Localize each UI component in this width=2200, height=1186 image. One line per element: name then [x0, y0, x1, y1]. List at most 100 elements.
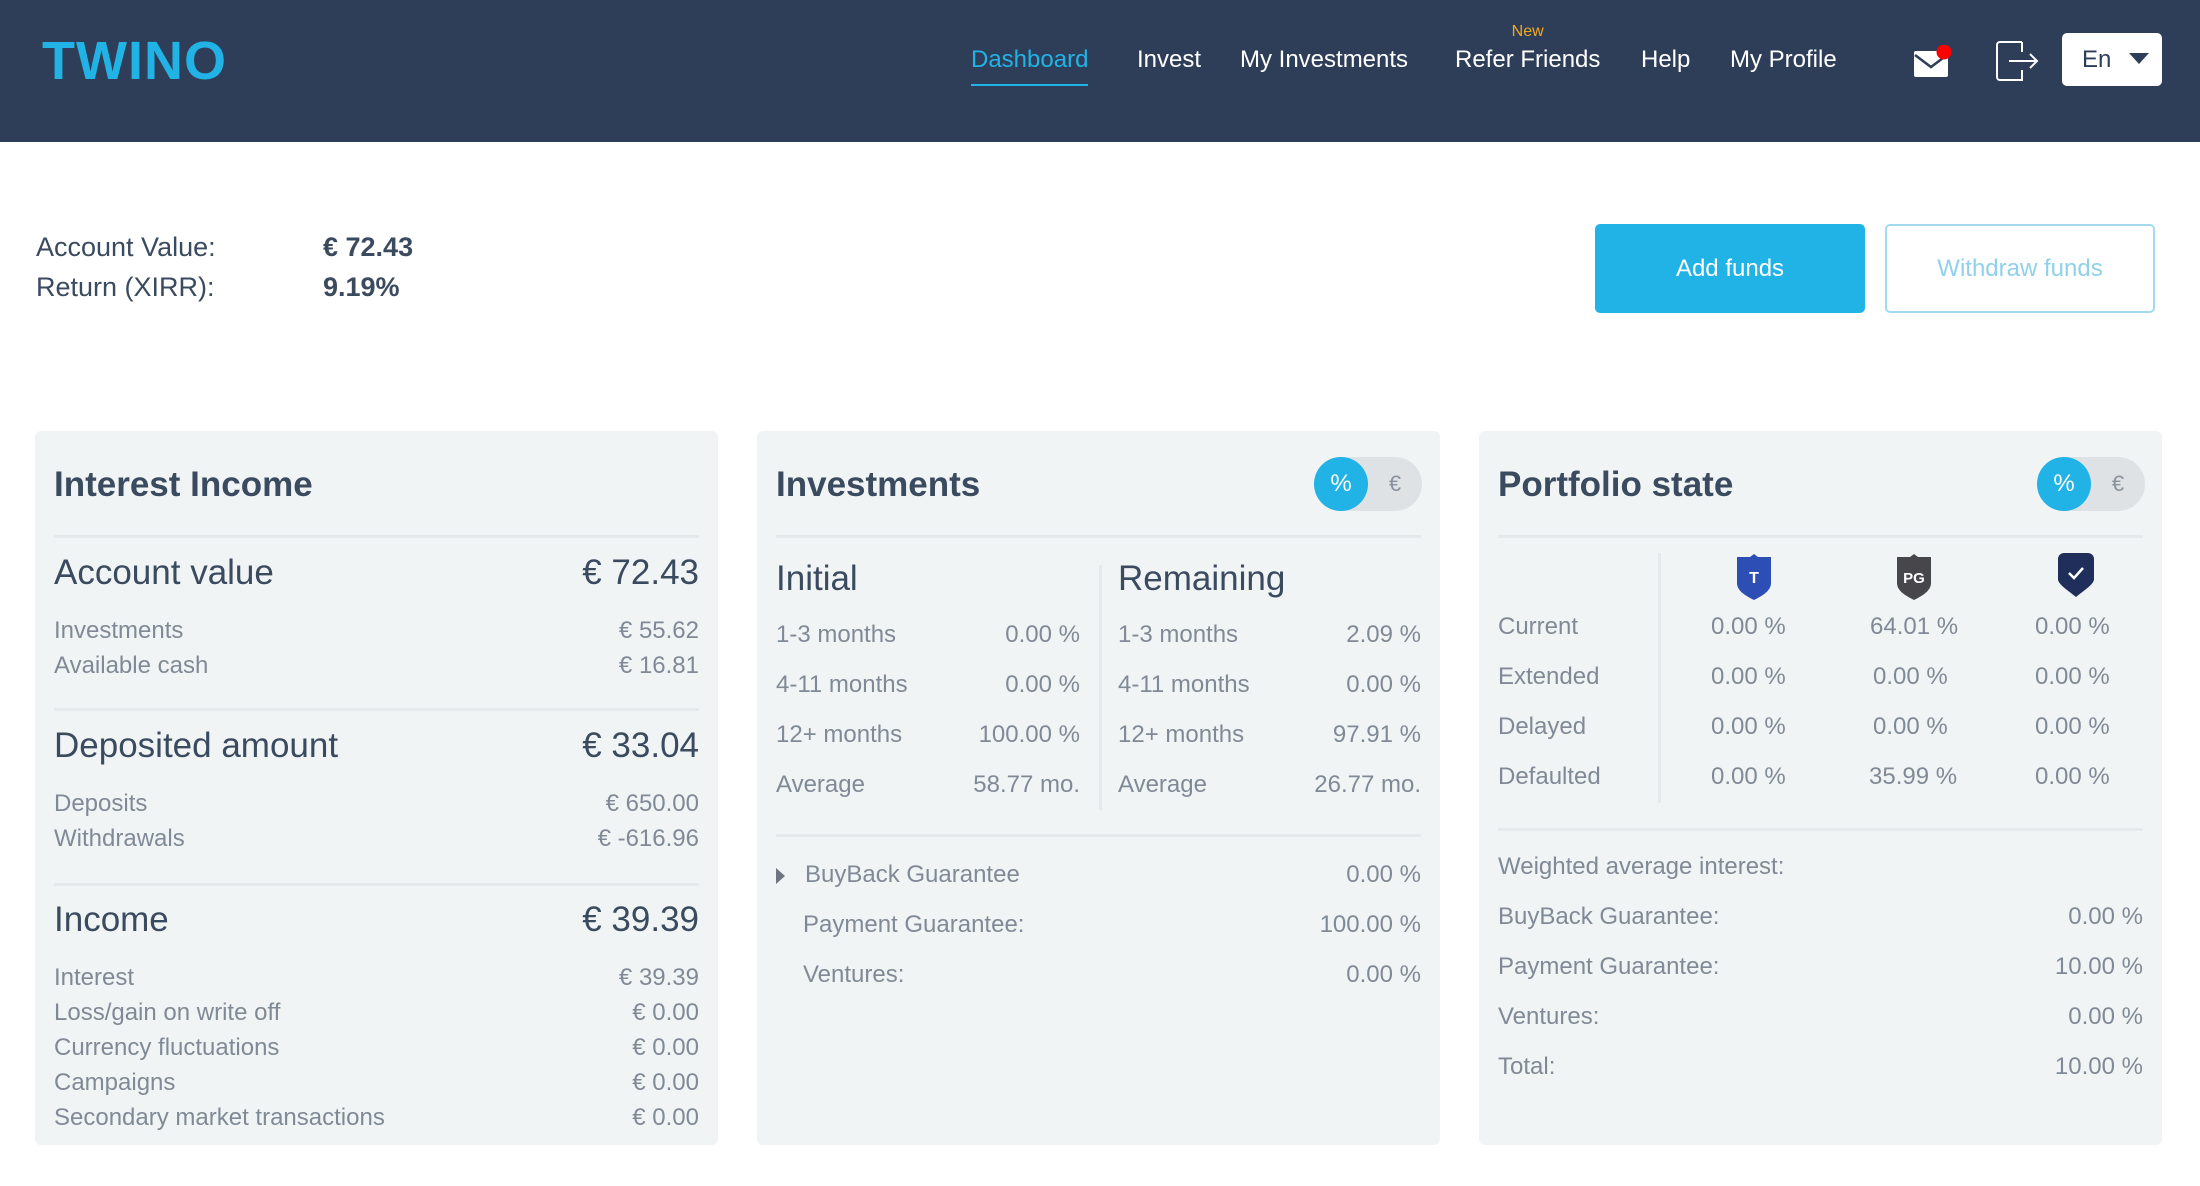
- weighted-value: 10.00 %: [2054, 953, 2143, 980]
- state-value: 0.00 %: [2035, 613, 2110, 640]
- weighted-label: Payment Guarantee:: [1498, 953, 1720, 980]
- state-label: Extended: [1498, 663, 1600, 690]
- return-label: Return (XIRR):: [36, 272, 215, 302]
- list-item: Secondary market transactions € 0.00: [54, 1104, 699, 1136]
- payment-guarantee-shield-icon: PG: [1897, 554, 1931, 600]
- state-value: 0.00 %: [1711, 713, 1786, 740]
- state-label: Delayed: [1498, 713, 1587, 740]
- state-label: Current: [1498, 613, 1579, 640]
- logout-icon[interactable]: [1995, 40, 2039, 81]
- top-header: TWINO Dashboard Invest My Investments Re…: [0, 0, 2200, 142]
- section-value: € 39.39: [582, 900, 699, 939]
- panel-title: Portfolio state: [1498, 465, 1734, 504]
- section-label: Income: [54, 900, 169, 939]
- ventures-check-icon: [2058, 553, 2094, 597]
- remaining-label: Average: [1118, 771, 1207, 798]
- state-value: 0.00 %: [1711, 763, 1786, 790]
- nav-refer-friends[interactable]: Refer Friends New: [1455, 23, 1600, 76]
- item-label: Currency fluctuations: [54, 1034, 280, 1061]
- account-value: € 72.43: [323, 232, 414, 262]
- item-label: Investments: [54, 617, 184, 644]
- buyback-shield-icon: T: [1737, 554, 1771, 600]
- initial-value: 0.00 %: [1005, 621, 1080, 648]
- remaining-value: 26.77 mo.: [1314, 771, 1421, 798]
- chevron-down-icon: [2129, 53, 2149, 64]
- deposited-amount-section: Deposited amount € 33.04: [54, 726, 699, 770]
- nav-help[interactable]: Help: [1641, 44, 1690, 76]
- list-item: Deposits € 650.00: [54, 790, 699, 822]
- remaining-value: 97.91 %: [1332, 721, 1421, 748]
- state-value: 64.01 %: [1870, 613, 1959, 640]
- list-item: Campaigns € 0.00: [54, 1069, 699, 1101]
- payment-guarantee-label: Payment Guarantee:: [803, 911, 1025, 938]
- list-item: Currency fluctuations € 0.00: [54, 1034, 699, 1066]
- divider: [1498, 535, 2143, 538]
- weighted-value: 0.00 %: [2068, 1003, 2143, 1030]
- item-label: Campaigns: [54, 1069, 176, 1096]
- add-funds-button[interactable]: Add funds: [1595, 224, 1865, 313]
- item-value: € 0.00: [632, 999, 699, 1026]
- divider: [54, 883, 699, 886]
- panel-title: Interest Income: [54, 465, 313, 504]
- remaining-value: 2.09 %: [1346, 621, 1421, 648]
- item-label: Deposits: [54, 790, 148, 817]
- weighted-total-label: Total:: [1498, 1053, 1556, 1080]
- percent-euro-toggle[interactable]: % €: [2037, 457, 2145, 511]
- panel-title: Investments: [776, 465, 981, 504]
- ventures-label: Ventures:: [803, 961, 905, 988]
- item-value: € -616.96: [597, 825, 699, 852]
- remaining-label: 1-3 months: [1118, 621, 1239, 648]
- toggle-percent[interactable]: %: [1314, 457, 1368, 511]
- state-value: 0.00 %: [1873, 663, 1948, 690]
- withdraw-funds-button[interactable]: Withdraw funds: [1885, 224, 2155, 313]
- nav-my-profile[interactable]: My Profile: [1730, 44, 1837, 76]
- state-value: 35.99 %: [1869, 763, 1958, 790]
- new-badge: New: [1511, 23, 1544, 40]
- investments-panel: Investments % € Initial Remaining 1-3 mo…: [757, 431, 1440, 1145]
- initial-label: 1-3 months: [776, 621, 897, 648]
- percent-euro-toggle[interactable]: % €: [1314, 457, 1422, 511]
- item-value: € 39.39: [618, 964, 699, 991]
- toggle-euro[interactable]: €: [1368, 457, 1422, 511]
- nav-my-investments[interactable]: My Investments: [1240, 44, 1408, 76]
- shield-text-t: T: [1749, 570, 1759, 587]
- envelope-icon[interactable]: [1913, 44, 1952, 77]
- initial-heading: Initial: [776, 559, 858, 598]
- twino-logo[interactable]: TWINO: [42, 30, 227, 92]
- expand-caret-icon[interactable]: [776, 868, 785, 884]
- buyback-guarantee-toggle[interactable]: BuyBack Guarantee: [805, 861, 1020, 889]
- account-value-section: Account value € 72.43: [54, 553, 699, 597]
- item-label: Secondary market transactions: [54, 1104, 385, 1131]
- divider: [54, 708, 699, 711]
- initial-value: 0.00 %: [1005, 671, 1080, 698]
- remaining-heading: Remaining: [1118, 559, 1286, 598]
- list-item: Interest € 39.39: [54, 964, 699, 996]
- state-value: 0.00 %: [2035, 713, 2110, 740]
- item-value: € 16.81: [618, 652, 699, 679]
- toggle-percent[interactable]: %: [2037, 457, 2091, 511]
- state-value: 0.00 %: [1711, 613, 1786, 640]
- item-label: Available cash: [54, 652, 209, 679]
- nav-dashboard[interactable]: Dashboard: [971, 44, 1089, 86]
- divider: [54, 535, 699, 538]
- item-value: € 650.00: [605, 790, 699, 817]
- state-label: Defaulted: [1498, 763, 1601, 790]
- item-label: Loss/gain on write off: [54, 999, 281, 1026]
- income-section: Income € 39.39: [54, 900, 699, 944]
- nav-invest[interactable]: Invest: [1137, 44, 1201, 76]
- ventures-value: 0.00 %: [1346, 961, 1421, 988]
- weighted-label: Ventures:: [1498, 1003, 1600, 1030]
- toggle-euro[interactable]: €: [2091, 457, 2145, 511]
- remaining-value: 0.00 %: [1346, 671, 1421, 698]
- state-value: 0.00 %: [1711, 663, 1786, 690]
- initial-label: 4-11 months: [776, 671, 908, 698]
- buyback-guarantee-value: 0.00 %: [1346, 861, 1421, 888]
- language-select[interactable]: En: [2062, 33, 2162, 86]
- divider: [776, 834, 1421, 837]
- divider: [1498, 828, 2143, 831]
- weighted-value: 0.00 %: [2068, 903, 2143, 930]
- item-value: € 0.00: [632, 1069, 699, 1096]
- payment-guarantee-value: 100.00 %: [1319, 911, 1421, 938]
- remaining-label: 12+ months: [1118, 721, 1245, 748]
- section-label: Account value: [54, 553, 274, 592]
